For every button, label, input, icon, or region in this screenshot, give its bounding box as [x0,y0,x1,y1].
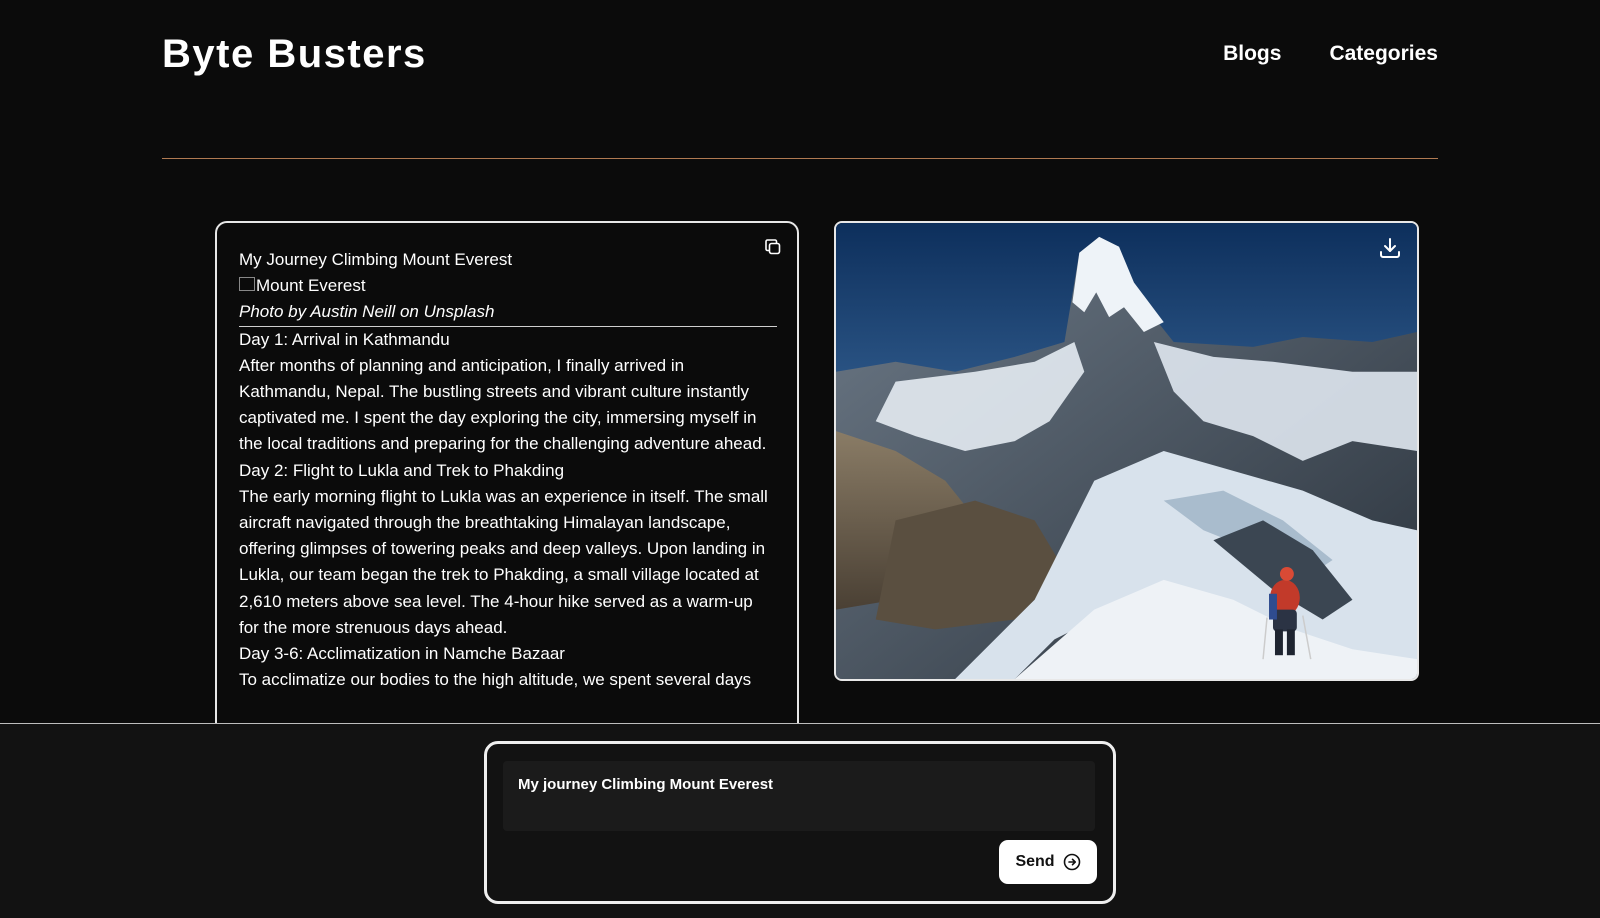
download-icon[interactable] [1377,235,1403,261]
site-header: Byte Busters Blogs Categories [162,30,1438,80]
article-image-placeholder: Mount Everest [239,273,777,299]
send-button[interactable]: Send [999,840,1097,884]
arrow-right-circle-icon [1063,853,1080,871]
broken-image-icon [239,277,255,292]
send-button-label: Send [1015,853,1055,870]
section-body: After months of planning and anticipatio… [239,355,767,454]
article-body: My Journey Climbing Mount Everest Mount … [239,247,777,693]
everest-image [836,223,1417,679]
generated-image-card [834,221,1419,681]
generated-text-card: My Journey Climbing Mount Everest Mount … [215,221,799,741]
composer-bar: My journey Climbing Mount Everest Send [0,723,1600,918]
header-divider [162,158,1438,159]
article-title: My Journey Climbing Mount Everest [239,250,513,269]
section-body: The early morning flight to Lukla was an… [239,486,768,637]
section-heading: Day 3-6: Acclimatization in Namche Bazaa… [239,644,565,664]
image-alt-text: Mount Everest [256,276,366,296]
section-heading: Day 2: Flight to Lukla and Trek to Phakd… [239,460,565,480]
nav-link-categories[interactable]: Categories [1329,42,1438,66]
image-caption: Photo by Austin Neill on Unsplash [239,299,777,327]
nav-link-blogs[interactable]: Blogs [1223,42,1281,66]
main-nav: Blogs Categories [1223,42,1438,66]
prompt-input[interactable]: My journey Climbing Mount Everest [503,761,1095,831]
section-body: To acclimatize our bodies to the high al… [239,670,752,690]
brand-logo[interactable]: Byte Busters [162,32,427,77]
section-heading: Day 1: Arrival in Kathmandu [239,329,450,349]
prompt-composer: My journey Climbing Mount Everest Send [484,741,1116,904]
